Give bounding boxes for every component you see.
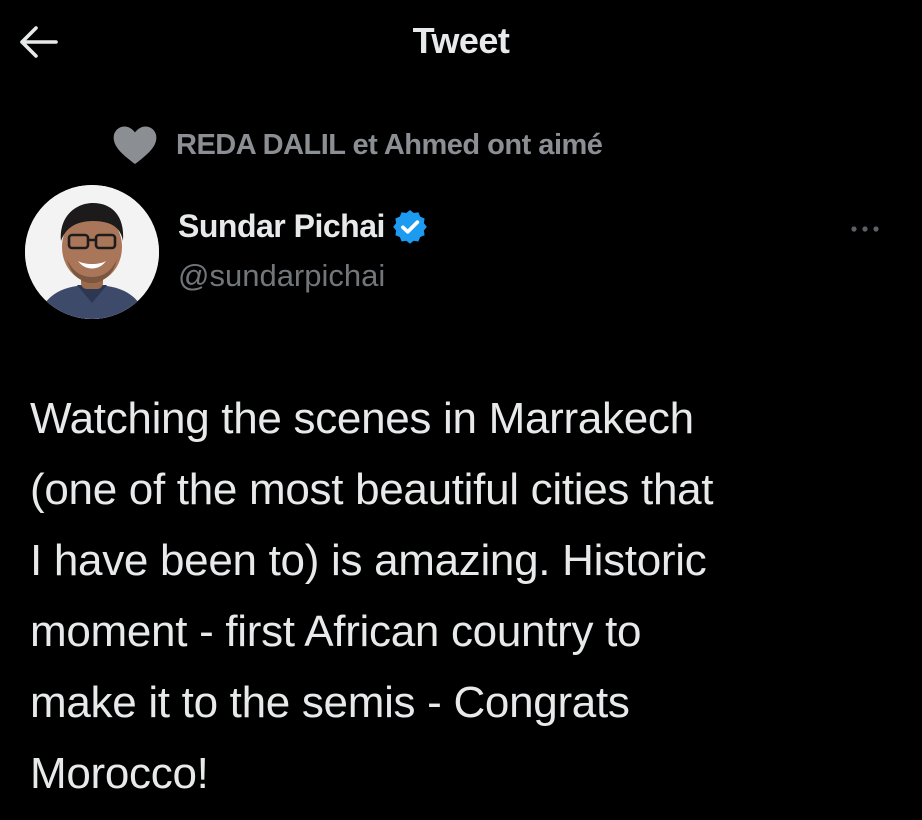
author-handle[interactable]: @sundarpichai — [178, 258, 385, 294]
tweet-text: Watching the scenes in Marrakech (one of… — [30, 383, 905, 809]
avatar[interactable] — [25, 185, 159, 319]
social-context[interactable]: REDA DALIL et Ahmed ont aimé — [112, 122, 603, 168]
social-context-text: REDA DALIL et Ahmed ont aimé — [176, 128, 603, 162]
tweet-text-line: Morocco! — [30, 749, 209, 798]
tweet-text-line: make it to the semis - Congrats — [30, 678, 630, 727]
liked-by-names: REDA DALIL — [176, 128, 346, 161]
liked-by-suffix: et Ahmed ont aimé — [345, 128, 603, 161]
tweet-text-line: moment - first African country to — [30, 607, 642, 656]
page-title: Tweet — [412, 20, 510, 61]
tweet-text-line: I have been to) is amazing. Historic — [30, 536, 707, 585]
author-name[interactable]: Sundar Pichai — [178, 208, 385, 245]
more-dots-icon — [851, 226, 879, 232]
tweet-text-line: Watching the scenes in Marrakech — [30, 394, 694, 443]
back-button[interactable] — [12, 20, 64, 64]
tweet-text-line: (one of the most beautiful cities that — [30, 465, 714, 514]
avatar-photo — [25, 185, 159, 319]
verified-badge-icon — [393, 209, 427, 244]
arrow-left-icon — [20, 26, 58, 58]
more-options-button[interactable] — [840, 214, 890, 244]
heart-icon — [112, 125, 158, 165]
top-bar: Tweet — [0, 0, 922, 84]
author-name-row: Sundar Pichai — [178, 208, 427, 245]
